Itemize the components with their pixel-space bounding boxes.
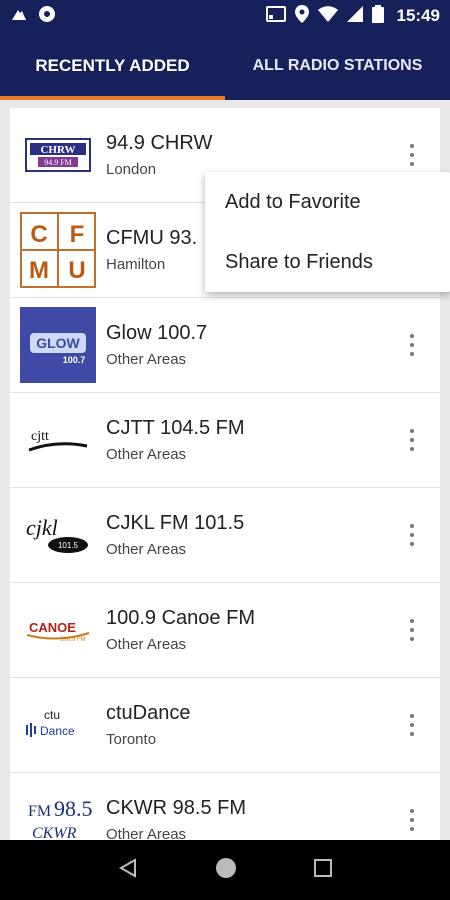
station-area: Other Areas xyxy=(106,636,187,653)
back-icon[interactable] xyxy=(117,857,139,884)
station-logo: cjkl 101.5 xyxy=(20,497,96,573)
cast-icon xyxy=(265,5,286,27)
station-area: Hamilton xyxy=(106,256,166,273)
svg-text:101.5: 101.5 xyxy=(58,541,79,550)
cloud-upload-icon xyxy=(10,6,28,27)
svg-text:CKWR: CKWR xyxy=(32,825,77,840)
svg-text:100.7: 100.7 xyxy=(63,355,86,365)
svg-text:94.9 FM: 94.9 FM xyxy=(44,158,72,167)
station-name: CJKL FM 101.5 xyxy=(106,512,245,534)
station-logo: ctu Dance xyxy=(20,687,96,763)
station-logo: CHRW 94.9 FM xyxy=(20,117,96,193)
navigation-bar xyxy=(0,840,450,900)
svg-text:cjtt: cjtt xyxy=(31,429,49,444)
svg-text:cjkl: cjkl xyxy=(26,515,58,540)
recents-icon[interactable] xyxy=(313,858,333,883)
tab-all-radio-stations[interactable]: ALL RADIO STATIONS xyxy=(225,32,450,100)
tab-recently-added[interactable]: RECENTLY ADDED xyxy=(0,32,225,100)
station-logo: GLOW 100.7 xyxy=(20,307,96,383)
svg-text:100.9 FM: 100.9 FM xyxy=(60,637,85,643)
battery-icon xyxy=(371,4,384,28)
svg-text:CHRW: CHRW xyxy=(40,144,75,156)
svg-text:M: M xyxy=(29,257,49,284)
aperture-icon xyxy=(38,5,56,28)
station-name: CKWR 98.5 FM xyxy=(106,797,247,819)
station-card[interactable]: ctu Dance ctuDance Toronto xyxy=(10,678,440,773)
station-card[interactable]: cjtt CJTT 104.5 FM Other Areas xyxy=(10,393,440,488)
svg-text:ctu: ctu xyxy=(44,708,60,722)
wifi-icon xyxy=(317,5,338,27)
svg-text:FM: FM xyxy=(28,803,51,820)
station-area: Other Areas xyxy=(106,826,187,840)
menu-item-share-to-friends[interactable]: Share to Friends xyxy=(205,232,450,292)
station-area: Toronto xyxy=(106,731,157,748)
station-logo: cjtt xyxy=(20,402,96,478)
more-options-icon[interactable] xyxy=(406,809,418,831)
signal-icon xyxy=(346,5,363,27)
station-card[interactable]: CANOE 100.9 FM 100.9 Canoe FM Other Area… xyxy=(10,583,440,678)
status-time: 15:49 xyxy=(396,6,440,25)
svg-text:GLOW: GLOW xyxy=(36,335,80,351)
home-icon[interactable] xyxy=(214,856,238,885)
station-logo: CANOE 100.9 FM xyxy=(20,592,96,668)
station-name: CJTT 104.5 FM xyxy=(106,417,245,439)
more-options-icon[interactable] xyxy=(406,524,418,546)
context-menu: Add to Favorite Share to Friends xyxy=(205,172,450,292)
more-options-icon[interactable] xyxy=(406,144,418,166)
more-options-icon[interactable] xyxy=(406,714,418,736)
tab-label: ALL RADIO STATIONS xyxy=(252,57,423,74)
station-area: Other Areas xyxy=(106,541,187,558)
station-name: 100.9 Canoe FM xyxy=(106,607,255,629)
svg-text:F: F xyxy=(70,221,85,248)
station-name: Glow 100.7 xyxy=(106,322,208,344)
tab-label: RECENTLY ADDED xyxy=(35,56,190,75)
station-name: ctuDance xyxy=(106,702,191,724)
station-name: 94.9 CHRW xyxy=(106,132,213,154)
menu-item-add-to-favorite[interactable]: Add to Favorite xyxy=(205,172,450,232)
station-name: CFMU 93. xyxy=(106,227,198,249)
station-card[interactable]: FM 98.5 CKWR CKWR 98.5 FM Other Areas xyxy=(10,773,440,840)
station-logo: C F M U xyxy=(20,212,96,288)
more-options-icon[interactable] xyxy=(406,334,418,356)
location-icon xyxy=(294,4,309,28)
station-card[interactable]: GLOW 100.7 Glow 100.7 Other Areas xyxy=(10,298,440,393)
station-logo: FM 98.5 CKWR xyxy=(20,782,96,840)
tab-bar: RECENTLY ADDED ALL RADIO STATIONS xyxy=(0,32,450,100)
svg-text:U: U xyxy=(68,257,85,284)
station-area: London xyxy=(106,161,157,178)
more-options-icon[interactable] xyxy=(406,429,418,451)
svg-text:CANOE: CANOE xyxy=(29,620,76,635)
status-bar: 15:49 xyxy=(0,0,450,32)
svg-text:Dance: Dance xyxy=(40,724,75,738)
station-area: Other Areas xyxy=(106,446,187,463)
svg-text:C: C xyxy=(30,221,47,248)
more-options-icon[interactable] xyxy=(406,619,418,641)
svg-text:98.5: 98.5 xyxy=(54,796,93,821)
station-area: Other Areas xyxy=(106,351,187,368)
station-card[interactable]: cjkl 101.5 CJKL FM 101.5 Other Areas xyxy=(10,488,440,583)
